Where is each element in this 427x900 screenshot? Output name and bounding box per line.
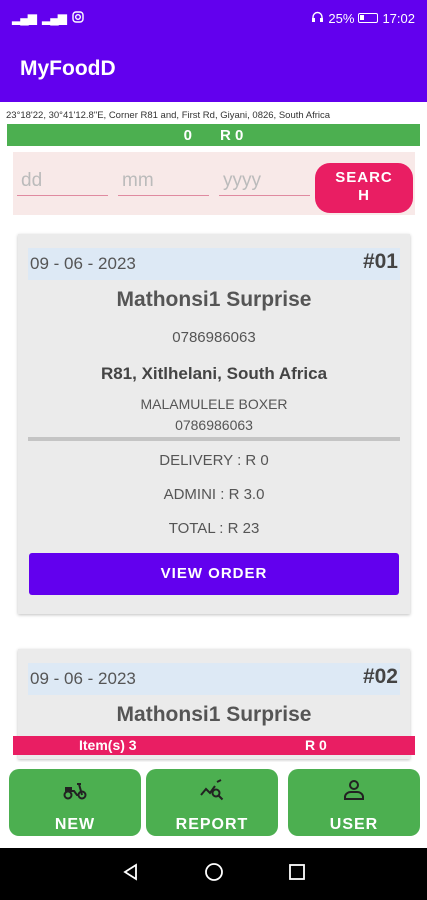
status-left-icons: ▂▄▆ ▂▄▆ <box>12 10 84 26</box>
customer-name: Mathonsi1 Surprise <box>116 288 312 311</box>
order-total: TOTAL : R 23 <box>168 520 260 537</box>
signal-icon: ▂▄▆ <box>41 11 67 25</box>
instagram-icon <box>72 10 84 26</box>
search-button-line1: SEARC <box>335 169 393 186</box>
delivery-address: R81, Xitlhelani, South Africa <box>100 364 328 383</box>
status-right: 25% 17:02 <box>311 11 415 26</box>
order-number: #02 <box>362 665 398 688</box>
shop-info: MALAMULELE BOXER 0786986063 <box>18 394 410 436</box>
recents-icon[interactable] <box>288 863 305 885</box>
signal-icon: ▂▄▆ <box>12 11 37 25</box>
year-input[interactable] <box>219 166 310 196</box>
search-button[interactable]: SEARC H <box>315 163 413 213</box>
chart-search-icon <box>146 779 278 803</box>
nav-user-label: USER <box>329 816 379 833</box>
bottom-navigation: NEW REPORT USER <box>0 762 427 846</box>
location-text: 23°18'22, 30°41'12.8"E, Corner R81 and, … <box>6 110 331 121</box>
order-number: #01 <box>362 250 398 273</box>
admin-fee: ADMINI : R 3.0 <box>163 486 265 503</box>
summary-count: 0 <box>183 126 192 144</box>
battery-icon <box>358 13 379 23</box>
summary-total: R 0 <box>220 126 244 144</box>
order-card-header: 09 - 06 - 2023 #01 <box>28 248 400 280</box>
system-navigation-bar <box>0 848 427 900</box>
status-time: 17:02 <box>382 10 415 26</box>
date-search-panel: SEARC H <box>13 152 415 215</box>
order-date: 09 - 06 - 2023 <box>30 254 136 273</box>
home-icon[interactable] <box>204 862 224 887</box>
customer-name: Mathonsi1 Surprise <box>116 703 312 726</box>
order-card-header: 09 - 06 - 2023 #02 <box>28 663 400 695</box>
cart-summary-bar[interactable]: Item(s) 3 R 0 <box>13 736 415 755</box>
headset-icon <box>311 11 324 26</box>
shop-phone: 0786986063 <box>175 417 253 433</box>
cart-total: R 0 <box>305 737 327 753</box>
delivery-fee: DELIVERY : R 0 <box>159 452 269 469</box>
order-card[interactable]: 09 - 06 - 2023 #01 Mathonsi1 Surprise 07… <box>18 234 410 614</box>
nav-report-label: REPORT <box>175 816 249 833</box>
day-input[interactable] <box>17 166 108 196</box>
app-title: MyFoodD <box>20 57 116 80</box>
search-button-line2: H <box>358 187 370 204</box>
battery-percent: 25% <box>328 10 355 26</box>
nav-new-label: NEW <box>54 816 96 833</box>
customer-phone: 0786986063 <box>172 329 256 346</box>
user-icon <box>288 779 420 803</box>
app-bar: MyFoodD <box>0 36 427 102</box>
status-bar: ▂▄▆ ▂▄▆ 25% 17:02 <box>0 0 427 36</box>
order-date: 09 - 06 - 2023 <box>30 669 136 688</box>
nav-report-button[interactable]: REPORT <box>146 769 278 836</box>
shop-name: MALAMULELE BOXER <box>140 396 288 412</box>
nav-user-button[interactable]: USER <box>288 769 420 836</box>
view-order-button[interactable]: VIEW ORDER <box>29 553 399 595</box>
scooter-icon <box>9 779 141 803</box>
nav-new-button[interactable]: NEW <box>9 769 141 836</box>
month-input[interactable] <box>118 166 209 196</box>
card-divider <box>28 437 400 441</box>
summary-bar: 0 R 0 <box>7 124 420 146</box>
cart-item-count: Item(s) 3 <box>79 737 137 753</box>
back-icon[interactable] <box>122 862 140 886</box>
